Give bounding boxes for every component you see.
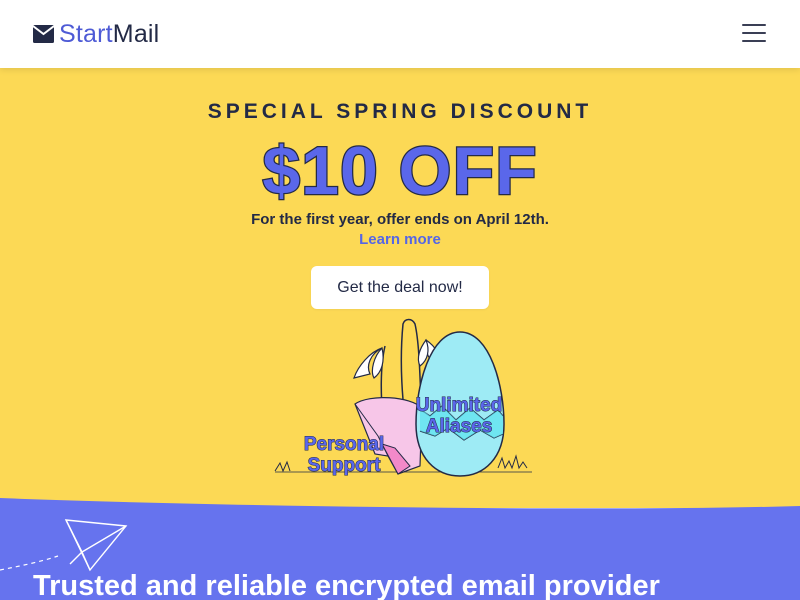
personal-support-label-2: Support (308, 455, 381, 476)
easter-egg-illustration: Unlimited Aliases Personal Support (274, 318, 532, 477)
unlimited-aliases-label: Unlimited (416, 395, 503, 416)
envelope-icon (33, 25, 54, 43)
unlimited-aliases-label-2: Aliases (426, 416, 493, 437)
hamburger-menu-icon-bar (742, 24, 766, 26)
section-headline: Trusted and reliable encrypted email pro… (33, 570, 660, 600)
get-deal-button[interactable]: Get the deal now! (311, 266, 489, 309)
hamburger-menu-icon-bar (742, 40, 766, 42)
learn-more-row: Learn more (0, 231, 800, 248)
site-header: StartMail (0, 0, 800, 68)
hamburger-menu-icon-bar (742, 32, 766, 34)
promo-amount-text: $10 OFF (262, 133, 537, 208)
hamburger-menu-button[interactable] (738, 20, 770, 46)
paper-plane-icon (0, 519, 128, 572)
promo-kicker: SPECIAL SPRING DISCOUNT (207, 100, 593, 123)
spring-discount-banner: SPECIAL SPRING DISCOUNT $10 OFF For the … (0, 68, 800, 508)
promo-subtext: For the first year, offer ends on April … (251, 211, 549, 228)
promo-amount: $10 OFF (261, 132, 538, 208)
startmail-logo[interactable]: StartMail (33, 19, 159, 49)
features-section: Trusted and reliable encrypted email pro… (0, 510, 800, 600)
personal-support-label: Personal (304, 434, 384, 455)
logo-wordmark: StartMail (59, 20, 160, 48)
learn-more-link[interactable]: Learn more (359, 231, 441, 248)
